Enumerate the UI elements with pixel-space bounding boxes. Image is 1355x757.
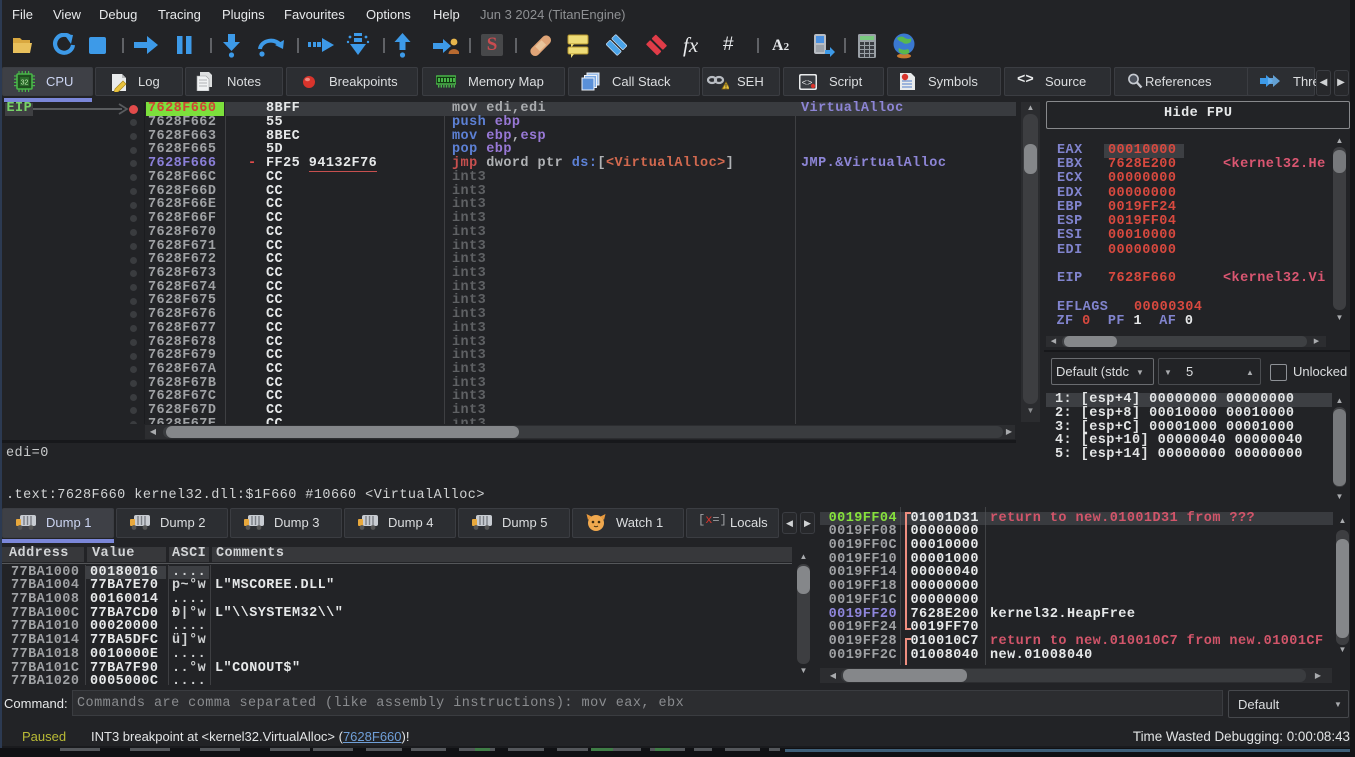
svg-text:<>: <> (802, 79, 813, 89)
svg-text:!: ! (725, 85, 727, 91)
svg-text:32: 32 (21, 79, 29, 86)
